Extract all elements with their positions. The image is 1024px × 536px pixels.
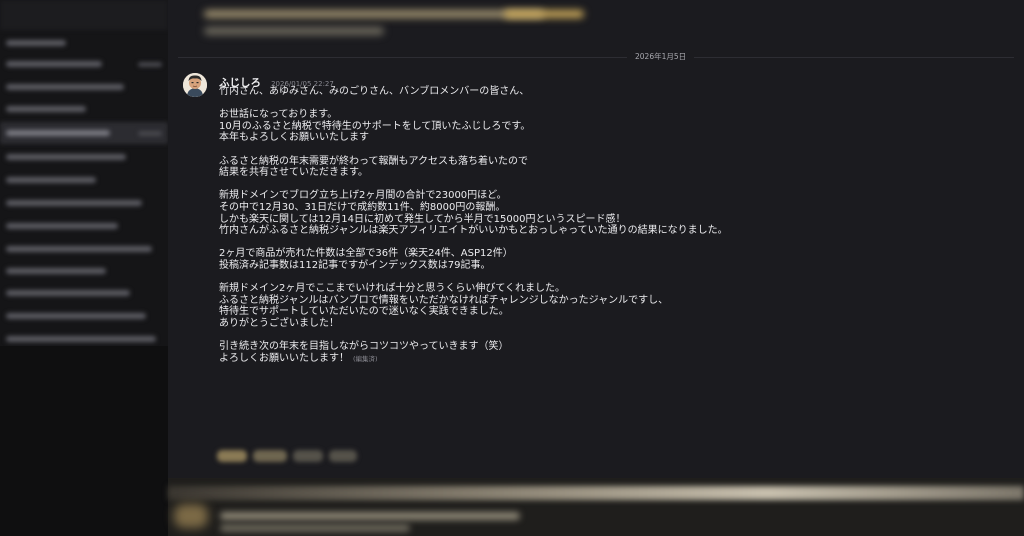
- sidebar-badge: [138, 131, 162, 136]
- sidebar-item[interactable]: [6, 313, 146, 319]
- sidebar-item[interactable]: [6, 130, 110, 136]
- message-text-line: お世話になっております。: [219, 109, 338, 121]
- reaction-pill[interactable]: [329, 450, 357, 462]
- message-text-line: 本年もよろしくお願いいたします: [219, 132, 369, 144]
- sidebar: [0, 0, 168, 536]
- sidebar-item[interactable]: [6, 246, 152, 252]
- previous-message: [204, 0, 584, 40]
- message-text-line: 特待生でサポートしていただいたので迷いなく実践できました。: [219, 306, 509, 318]
- reaction-pill[interactable]: [217, 450, 247, 462]
- reaction-pill[interactable]: [293, 450, 323, 462]
- sidebar-item[interactable]: [6, 268, 106, 274]
- next-message: [168, 478, 1024, 536]
- message-pane: 2026年1月5日 ふじしろ 2026/01/05 22:27 竹内さん、あゆみ…: [168, 0, 1024, 536]
- message-body: 竹内さん、あゆみさん、みのごりさん、バンブロメンバーの皆さん、 お世話になっており…: [219, 86, 979, 364]
- message-text-line: [219, 179, 979, 191]
- sidebar-footer: [0, 346, 168, 536]
- message-text-line: しかも楽天に関しては12月14日に初めて発生してから半月で15000円というスピ…: [219, 213, 626, 225]
- message-text-line: 投稿済み記事数は112記事ですがインデックス数は79記事。: [219, 259, 491, 271]
- message-header: ふじしろ 2026/01/05 22:27: [219, 71, 334, 89]
- sidebar-item[interactable]: [6, 290, 130, 296]
- message-text-line: よろしくお願いいたします！ (編集済): [219, 353, 979, 365]
- message-text-line: [219, 144, 979, 156]
- edited-indicator: (編集済): [353, 354, 378, 363]
- next-avatar-icon: [174, 504, 208, 528]
- date-divider-label: 2026年1月5日: [627, 51, 695, 63]
- sidebar-item[interactable]: [6, 336, 156, 342]
- sidebar-item[interactable]: [6, 106, 86, 112]
- sidebar-item[interactable]: [6, 154, 126, 160]
- sidebar-item[interactable]: [6, 200, 142, 206]
- message-text-line: 竹内さん、あゆみさん、みのごりさん、バンブロメンバーの皆さん、: [219, 86, 530, 97]
- message-text-line: 引き続き次の年末を目指しながらコツコツやっていきます（笑）: [219, 341, 509, 353]
- message-text-line: [219, 329, 979, 341]
- message-text-line: 結果を共有させていただきます。: [219, 167, 368, 179]
- user-avatar-icon[interactable]: [183, 73, 207, 97]
- message-text-line: ありがとうございました！: [219, 317, 339, 329]
- sidebar-item[interactable]: [6, 177, 96, 183]
- date-divider: [178, 57, 1014, 58]
- message-text-line: ふるさと納税ジャンルはバンブロで情報をいただかなければチャレンジしなかったジャン…: [219, 294, 669, 306]
- message-text-line: 2ヶ月で商品が売れた件数は全部で36件（楽天24件、ASP12件）: [219, 248, 513, 260]
- sidebar-badge: [138, 62, 162, 67]
- message-text-line: 新規ドメインでブログ立ち上げ2ヶ月間の合計で23000円ほど。: [219, 190, 507, 202]
- sidebar-item[interactable]: [6, 84, 124, 90]
- sidebar-item[interactable]: [6, 40, 66, 46]
- message-last-line: よろしくお願いいたします！: [219, 352, 349, 364]
- reaction-pill[interactable]: [253, 450, 287, 462]
- sidebar-item[interactable]: [6, 61, 102, 67]
- sidebar-item[interactable]: [6, 223, 118, 229]
- message-text-line: [219, 98, 979, 110]
- sidebar-header: [0, 0, 168, 30]
- message-text-line: 竹内さんがふるさと納税ジャンルは楽天アフィリエイトがいいかもとおっしゃっていた通…: [219, 225, 728, 237]
- message-text-line: 新規ドメイン2ヶ月でここまでいければ十分と思うくらい伸びてくれました。: [219, 283, 566, 295]
- message-text-line: 10月のふるさと納税で特待生のサポートをして頂いたふじしろです。: [219, 120, 531, 132]
- message-text-line: その中で12月30、31日だけで成約数11件、約8000円の報酬。: [219, 201, 506, 213]
- message-text-line: ふるさと納税の年末需要が終わって報酬もアクセスも落ち着いたので: [219, 155, 528, 167]
- chat-message: ふじしろ 2026/01/05 22:27 竹内さん、あゆみさん、みのごりさん、…: [168, 66, 1024, 476]
- chat-app: 2026年1月5日 ふじしろ 2026/01/05 22:27 竹内さん、あゆみ…: [0, 0, 1024, 536]
- message-text-line: [219, 272, 979, 284]
- message-text-line: [219, 237, 979, 249]
